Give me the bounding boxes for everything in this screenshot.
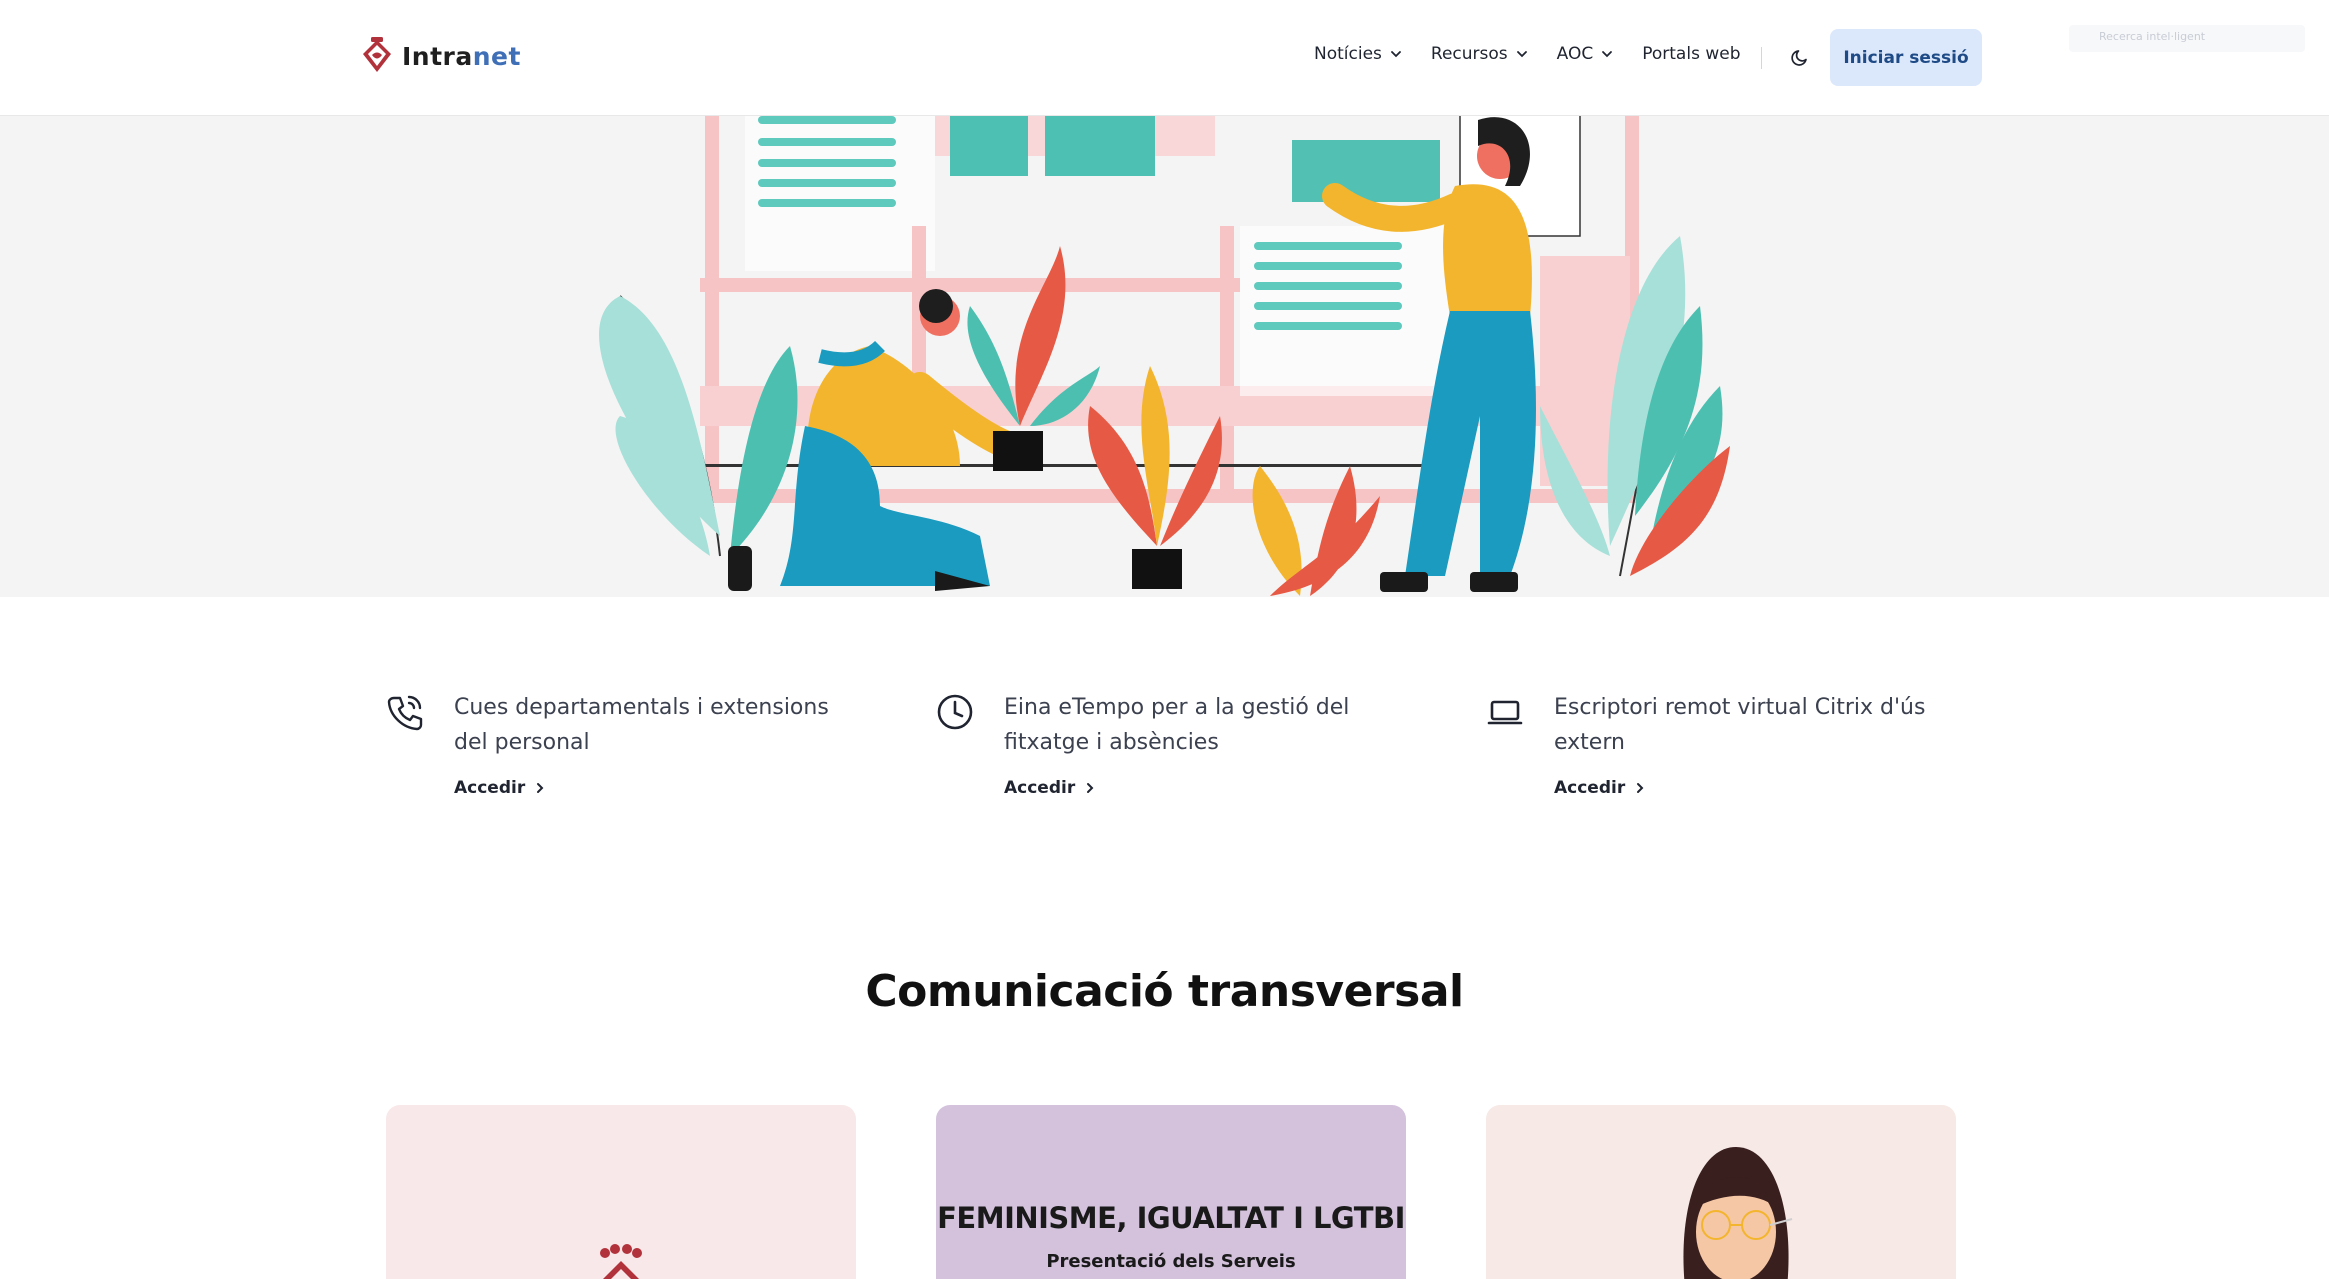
laptop-icon — [1487, 700, 1523, 725]
quick-link-title: Cues departamentals i extensions del per… — [454, 695, 829, 755]
moon-icon[interactable] — [1789, 46, 1811, 68]
chevron-down-icon — [1516, 51, 1527, 58]
intranet-logo[interactable]: Intranet — [360, 36, 521, 76]
people-plants-illustration — [599, 116, 1730, 596]
nav-recursos[interactable]: Recursos — [1431, 44, 1529, 64]
chevron-down-icon — [1602, 51, 1613, 58]
chevron-down-icon — [1391, 51, 1401, 58]
login-button[interactable]: Iniciar sessió — [1830, 29, 1982, 86]
hero-illustration — [0, 116, 2329, 597]
nav-noticies[interactable]: Notícies — [1314, 44, 1403, 64]
smart-search-input[interactable]: Recerca intel·ligent — [2069, 25, 2305, 52]
nav-aoc[interactable]: AOC — [1557, 44, 1615, 64]
chevron-right-icon — [537, 783, 544, 793]
accedir-link[interactable]: Accedir — [454, 778, 545, 798]
city-shield-icon — [363, 37, 391, 72]
section-title: Comunicació transversal — [865, 966, 1464, 1017]
site-header: Intranet Notícies Recursos AOC Portals w… — [0, 0, 2329, 116]
nav-portals-web[interactable]: Portals web — [1642, 44, 1740, 64]
nav-divider — [1761, 47, 1762, 69]
communication-card-person[interactable] — [1486, 1105, 1956, 1279]
city-shield-icon — [600, 1244, 642, 1279]
communication-card-feminisme[interactable]: FEMINISME, IGUALTAT I LGTBI Presentació … — [936, 1105, 1406, 1279]
card-subtitle: Presentació dels Serveis — [1046, 1251, 1296, 1272]
card-title: FEMINISME, IGUALTAT I LGTBI — [937, 1201, 1405, 1235]
chevron-right-icon — [1087, 783, 1094, 793]
quick-link-title: Escriptori remot virtual Citrix d'ús ext… — [1554, 695, 1926, 755]
chevron-right-icon — [1637, 783, 1644, 793]
communication-card-ajuntament[interactable] — [386, 1105, 856, 1279]
accedir-link[interactable]: Accedir — [1554, 778, 1645, 798]
phone-call-icon — [387, 695, 423, 731]
logo-text: Intranet — [402, 41, 521, 71]
woman-avatar-illustration — [1683, 1147, 1793, 1279]
main-nav: Notícies Recursos AOC Portals web — [1314, 44, 1769, 64]
quick-link-title: Eina eTempo per a la gestió del fitxatge… — [1004, 695, 1350, 755]
accedir-link[interactable]: Accedir — [1004, 778, 1095, 798]
clock-icon — [937, 694, 973, 730]
